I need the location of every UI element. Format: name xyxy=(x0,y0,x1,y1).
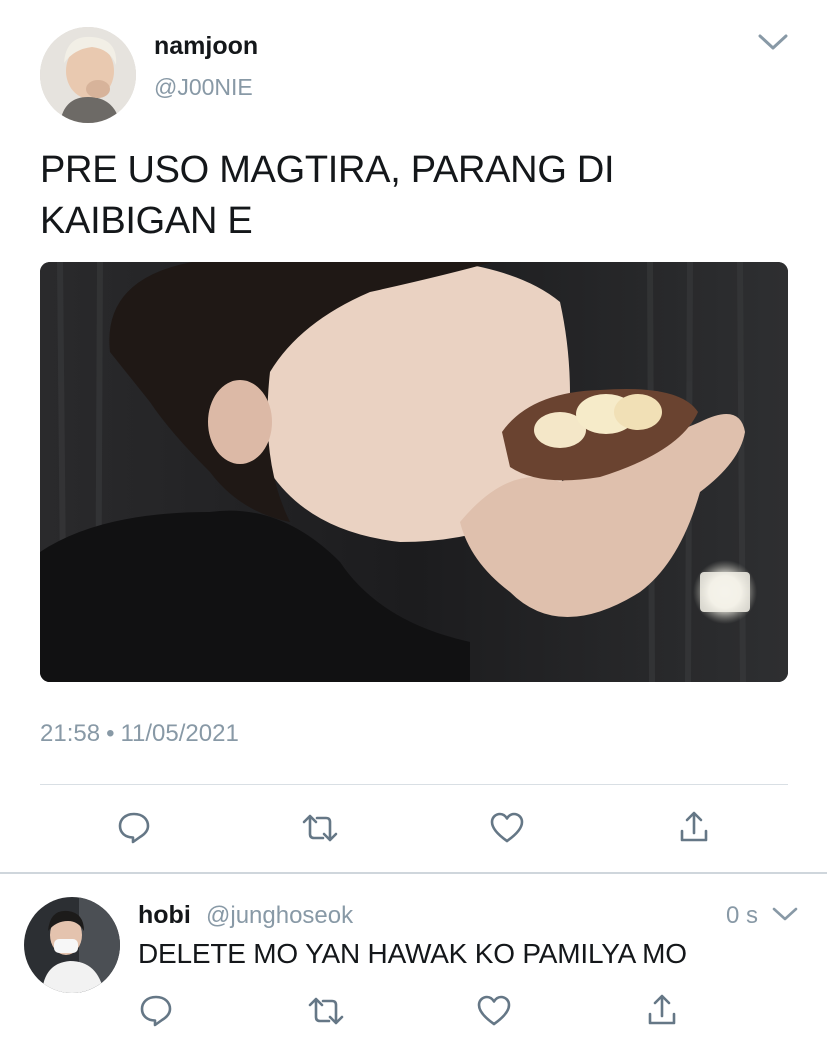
like-icon[interactable] xyxy=(474,991,514,1031)
divider xyxy=(40,784,788,785)
share-icon[interactable] xyxy=(642,990,682,1030)
tweet-time: 21:58 xyxy=(40,720,101,747)
reply-author-name[interactable]: hobi xyxy=(138,901,191,930)
tweet-timestamp: 21:58 • 11/05/2021 xyxy=(40,720,239,748)
retweet-icon[interactable] xyxy=(300,808,340,848)
tweet-date: 11/05/2021 xyxy=(120,720,239,747)
reply-icon[interactable] xyxy=(136,990,176,1030)
tweet-photo[interactable] xyxy=(40,262,788,682)
reply-author-handle[interactable]: @junghoseok xyxy=(206,902,353,930)
reply-author-avatar[interactable] xyxy=(24,897,120,993)
author-name[interactable]: namjoon xyxy=(154,32,258,61)
chevron-down-icon[interactable] xyxy=(772,906,798,922)
main-tweet: namjoon @J00NIE PRE USO MAGTIRA, PARANG … xyxy=(0,0,827,872)
share-icon[interactable] xyxy=(674,807,714,847)
like-icon[interactable] xyxy=(487,808,527,848)
section-separator xyxy=(0,872,827,874)
reply-icon[interactable] xyxy=(114,807,154,847)
chevron-down-icon[interactable] xyxy=(758,33,788,51)
author-avatar[interactable] xyxy=(40,27,136,123)
reply-time: 0 s xyxy=(726,902,759,929)
reply-text: DELETE MO YAN HAWAK KO PAMILYA MO xyxy=(138,938,687,969)
retweet-icon[interactable] xyxy=(306,991,346,1031)
tweet-text: PRE USO MAGTIRA, PARANG DI KAIBIGAN E xyxy=(40,149,615,242)
timestamp-separator: • xyxy=(106,720,115,747)
author-handle[interactable]: @J00NIE xyxy=(154,74,253,101)
